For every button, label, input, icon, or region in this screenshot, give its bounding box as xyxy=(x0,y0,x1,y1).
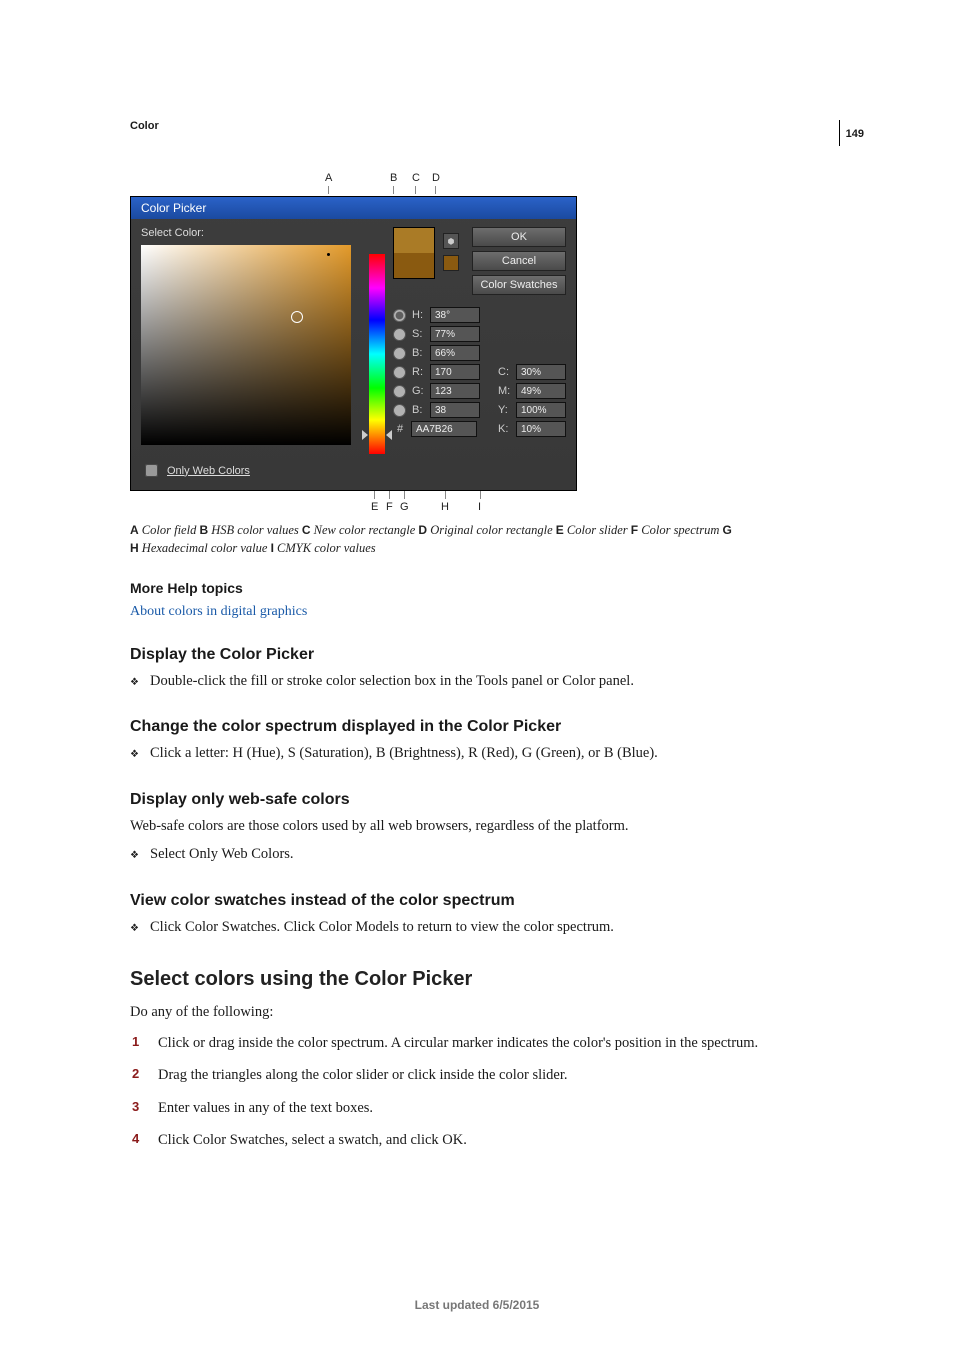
color-field[interactable] xyxy=(141,245,351,445)
callout-letter: B xyxy=(390,172,397,184)
page-number: 149 xyxy=(846,128,864,140)
callout-letter: H xyxy=(441,501,449,513)
step-item: Drag the triangles along the color slide… xyxy=(132,1064,824,1086)
callout-tick xyxy=(435,186,436,194)
k-input[interactable] xyxy=(516,421,566,437)
color-slider[interactable] xyxy=(369,254,385,454)
list-item: Select Only Web Colors. xyxy=(130,843,824,865)
more-help-link[interactable]: About colors in digital graphics xyxy=(130,604,307,619)
closest-swatch-icon[interactable] xyxy=(443,255,459,271)
r-input[interactable] xyxy=(430,364,480,380)
hex-input[interactable] xyxy=(411,421,477,437)
callout-letter: E xyxy=(371,501,378,513)
callout-bottom-row: E F G H I xyxy=(130,491,824,515)
callout-top-row: A B C D xyxy=(130,172,824,196)
color-preview xyxy=(393,227,435,279)
callout-tick xyxy=(393,186,394,194)
r-radio[interactable] xyxy=(393,366,406,379)
b-radio[interactable] xyxy=(393,347,406,360)
new-color-swatch xyxy=(394,228,434,253)
section-label: Color xyxy=(130,120,824,132)
g-input[interactable] xyxy=(430,383,480,399)
color-marker-icon xyxy=(327,253,330,256)
callout-letter: D xyxy=(432,172,440,184)
g-radio[interactable] xyxy=(393,385,406,398)
y-input[interactable] xyxy=(516,402,566,418)
c-input[interactable] xyxy=(516,364,566,380)
only-web-colors-input[interactable] xyxy=(145,464,158,477)
heading-change-spectrum: Change the color spectrum displayed in t… xyxy=(130,718,824,736)
callout-tick xyxy=(389,491,390,499)
list-item: Double-click the fill or stroke color se… xyxy=(130,670,824,692)
original-color-swatch xyxy=(394,253,434,278)
heading-display-picker: Display the Color Picker xyxy=(130,646,824,664)
page-number-box: 149 xyxy=(839,120,864,146)
list-item: Click a letter: H (Hue), S (Saturation),… xyxy=(130,742,824,764)
step-item: Click or drag inside the color spectrum.… xyxy=(132,1032,824,1054)
step-item: Click Color Swatches, select a swatch, a… xyxy=(132,1129,824,1151)
callout-tick xyxy=(328,186,329,194)
callout-tick xyxy=(480,491,481,499)
color-ring-icon xyxy=(291,311,303,323)
m-label: M: xyxy=(498,385,512,397)
b-label: B: xyxy=(412,347,426,359)
g-label: G: xyxy=(412,385,426,397)
bl-label: B: xyxy=(412,404,426,416)
m-input[interactable] xyxy=(516,383,566,399)
more-help-heading: More Help topics xyxy=(130,580,824,596)
cancel-button[interactable]: Cancel xyxy=(472,251,566,271)
s-input[interactable] xyxy=(430,326,480,342)
body-text: Web-safe colors are those colors used by… xyxy=(130,815,824,837)
callout-tick xyxy=(415,186,416,194)
callout-letter: G xyxy=(400,501,409,513)
list-item: Click Color Swatches. Click Color Models… xyxy=(130,916,824,938)
callout-letter: F xyxy=(386,501,393,513)
ok-button[interactable]: OK xyxy=(472,227,566,247)
h-label: H: xyxy=(412,309,426,321)
steps-list: Click or drag inside the color spectrum.… xyxy=(130,1032,824,1152)
color-picker-title: Color Picker xyxy=(131,197,576,219)
color-swatches-button[interactable]: Color Swatches xyxy=(472,275,566,295)
callout-letter: C xyxy=(412,172,420,184)
step-item: Enter values in any of the text boxes. xyxy=(132,1097,824,1119)
s-label: S: xyxy=(412,328,426,340)
h-input[interactable] xyxy=(430,307,480,323)
c-label: C: xyxy=(498,366,512,378)
bl-input[interactable] xyxy=(430,402,480,418)
color-picker-figure: A B C D Color Picker Select Color: xyxy=(130,172,824,515)
only-web-colors-label: Only Web Colors xyxy=(167,465,250,477)
s-radio[interactable] xyxy=(393,328,406,341)
slider-handle-left-icon[interactable] xyxy=(362,430,368,440)
h-radio[interactable] xyxy=(393,309,406,322)
callout-letter: A xyxy=(325,172,332,184)
callout-tick xyxy=(445,491,446,499)
callout-tick xyxy=(404,491,405,499)
heading-swatches: View color swatches instead of the color… xyxy=(130,892,824,910)
warning-icon[interactable]: ⬢ xyxy=(443,233,459,249)
bl-radio[interactable] xyxy=(393,404,406,417)
slider-handle-right-icon[interactable] xyxy=(386,430,392,440)
heading-websafe: Display only web-safe colors xyxy=(130,791,824,809)
callout-tick xyxy=(374,491,375,499)
k-label: K: xyxy=(498,423,512,435)
figure-caption: A Color field B HSB color values C New c… xyxy=(130,521,824,558)
y-label: Y: xyxy=(498,404,512,416)
callout-letter: I xyxy=(478,501,481,513)
footer-updated: Last updated 6/5/2015 xyxy=(0,1298,954,1312)
select-color-label: Select Color: xyxy=(141,227,361,239)
only-web-colors-checkbox[interactable]: Only Web Colors xyxy=(141,461,361,480)
r-label: R: xyxy=(412,366,426,378)
heading-select-colors: Select colors using the Color Picker xyxy=(130,968,824,991)
b-input[interactable] xyxy=(430,345,480,361)
color-picker-window: Color Picker Select Color: Only Web Colo… xyxy=(130,196,577,491)
hex-hash: # xyxy=(393,423,407,435)
body-text: Do any of the following: xyxy=(130,1001,824,1023)
